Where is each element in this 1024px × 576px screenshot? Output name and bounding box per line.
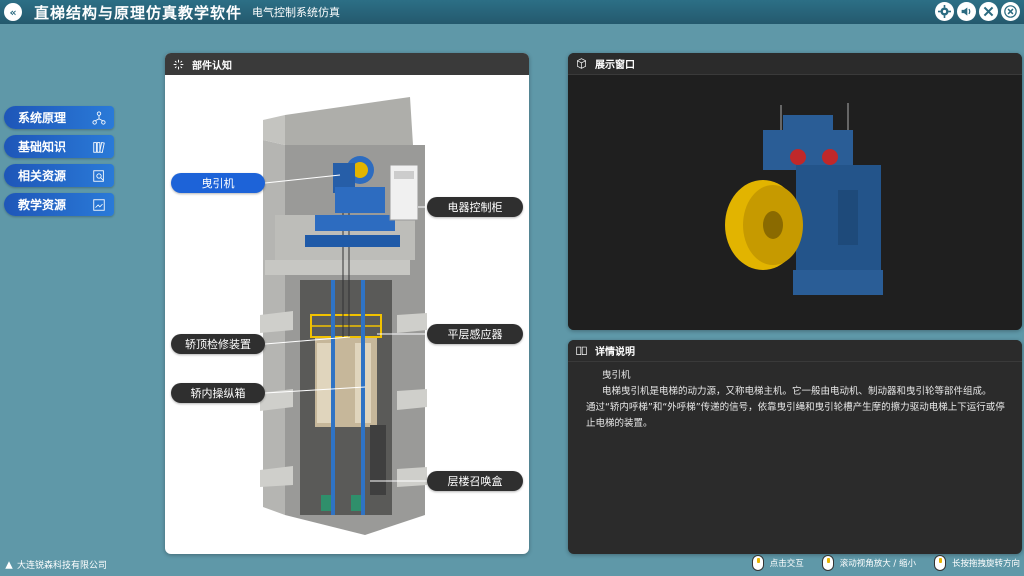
detail-text-line2: 通过“轿内呼梯”和“外呼梯”传递的信号，依靠曳引绳和曳引轮槽产生摩的擦力驱动电梯…: [586, 402, 1005, 429]
label-car-operating-panel[interactable]: 轿内操纵箱: [171, 383, 265, 403]
nav-item-label: 相关资源: [18, 169, 67, 183]
detail-panel: 详情说明 曳引机 电梯曳引机是电梯的动力源，又称电梯主机。它一般由电动机、制动器…: [568, 340, 1022, 554]
label-control-cabinet[interactable]: 电器控制柜: [427, 197, 523, 217]
network-icon: [92, 110, 106, 125]
hint-label: 滚动视角放大 / 缩小: [839, 559, 916, 569]
display-panel-header: 展示窗口: [568, 53, 1022, 75]
close-button[interactable]: [1001, 2, 1020, 21]
logo-icon: [5, 560, 13, 569]
nav-item-label: 教学资源: [18, 198, 67, 212]
traction-machine-model[interactable]: [568, 75, 1022, 330]
panel-title: 展示窗口: [595, 60, 635, 71]
label-traction-machine[interactable]: 曳引机: [171, 173, 265, 193]
settings-button[interactable]: [935, 2, 954, 21]
mouse-scroll-icon: [821, 555, 834, 571]
app-subtitle: 电气控制系统仿真: [252, 6, 341, 19]
detail-item-title: 曳引机: [602, 370, 631, 381]
detail-panel-header: 详情说明: [568, 340, 1022, 362]
app-title: 直梯结构与原理仿真教学软件: [34, 3, 243, 22]
close-icon: [1004, 5, 1017, 18]
hint-label: 长按拖拽旋转方向: [951, 559, 1020, 569]
image-icon: [93, 198, 105, 211]
company-label: 大连锐森科技有限公司: [17, 561, 108, 571]
nav-item-system-principle[interactable]: 系统原理: [4, 106, 114, 129]
detail-body: 曳引机 电梯曳引机是电梯的动力源，又称电梯主机。它一般由电动机、制动器和曳引轮等…: [568, 362, 1022, 432]
panel-title: 部件认知: [192, 60, 232, 72]
sound-button[interactable]: [957, 2, 976, 21]
book-icon: [93, 141, 105, 153]
nav-item-basic-knowledge[interactable]: 基础知识: [4, 135, 114, 158]
panel-title: 详情说明: [595, 347, 635, 358]
mouse-drag-icon: [933, 555, 946, 571]
detail-text-line1: 电梯曳引机是电梯的动力源，又称电梯主机。它一般由电动机、制动器和曳引轮等部件组成…: [602, 386, 992, 397]
hint-scroll: 滚动视角放大 / 缩小: [821, 555, 916, 571]
side-nav: 系统原理 基础知识 相关资源 教学资源: [4, 106, 114, 222]
interaction-hints: 点击交互 滚动视角放大 / 缩小 长按拖拽旋转方向: [751, 555, 1020, 571]
nav-item-related-resources[interactable]: 相关资源: [4, 164, 114, 187]
component-panel-header: 部件认知: [165, 53, 529, 75]
search-doc-icon: [93, 169, 104, 182]
book-open-icon: [576, 345, 587, 356]
label-hall-call-box[interactable]: 层楼召唤盒: [427, 471, 523, 491]
tools-icon: [983, 6, 994, 17]
back-button[interactable]: «: [4, 3, 22, 21]
gear-icon: [938, 5, 951, 18]
hint-label: 点击交互: [769, 559, 804, 569]
sparkle-icon: [173, 59, 184, 70]
double-chevron-left-icon: «: [9, 5, 17, 19]
hint-drag: 长按拖拽旋转方向: [933, 555, 1020, 571]
display-panel: 展示窗口: [568, 53, 1022, 330]
cube-icon: [576, 58, 587, 69]
3d-model-viewport[interactable]: [568, 75, 1022, 330]
nav-item-label: 基础知识: [18, 140, 67, 154]
tools-button[interactable]: [979, 2, 998, 21]
speaker-icon: [961, 7, 971, 16]
hint-click: 点击交互: [751, 555, 804, 571]
component-panel: 部件认知 曳引机 电器控制柜 平层感应器 轿顶检修装置 轿内操纵箱 层楼召唤盒: [165, 53, 529, 554]
mouse-left-click-icon: [751, 555, 764, 571]
elevator-shaft-view[interactable]: 曳引机 电器控制柜 平层感应器 轿顶检修装置 轿内操纵箱 层楼召唤盒: [165, 75, 529, 554]
nav-item-label: 系统原理: [18, 111, 67, 125]
label-leveling-sensor[interactable]: 平层感应器: [427, 324, 523, 344]
nav-item-teaching-resources[interactable]: 教学资源: [4, 193, 114, 216]
title-bar: « 直梯结构与原理仿真教学软件 电气控制系统仿真: [0, 0, 1024, 24]
company-name: 大连锐森科技有限公司: [4, 558, 107, 571]
label-car-top-inspection[interactable]: 轿顶检修装置: [171, 334, 265, 354]
